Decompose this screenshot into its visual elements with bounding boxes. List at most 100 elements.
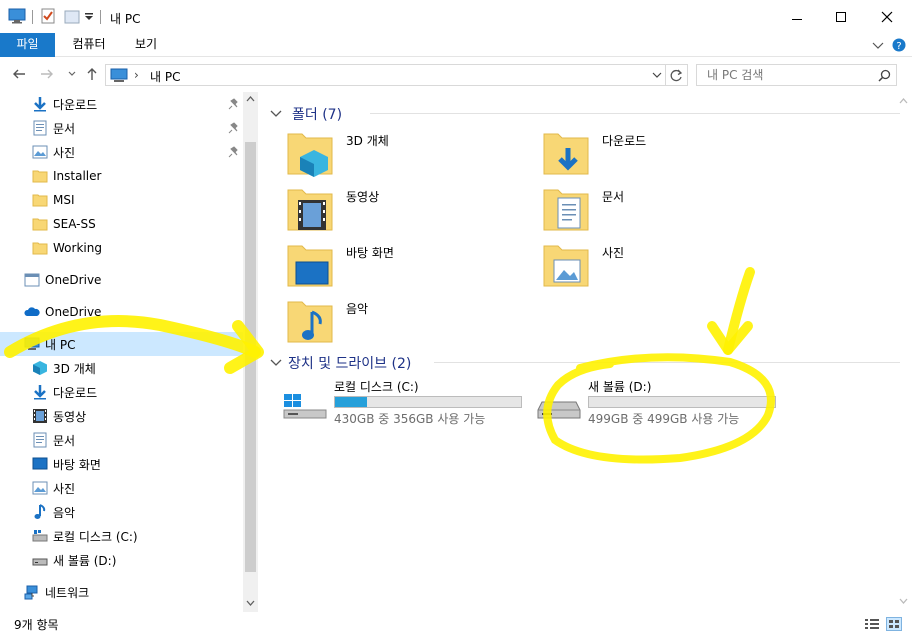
nav-item-local-disk-c[interactable]: 로컬 디스크 (C:) xyxy=(0,524,258,548)
computer-icon[interactable] xyxy=(8,8,26,24)
folder-videos[interactable]: 동영상 xyxy=(286,186,526,236)
document-icon xyxy=(543,189,589,231)
collapse-icon xyxy=(270,110,282,117)
scroll-up-icon[interactable] xyxy=(899,98,908,104)
nav-item-downloads-pc[interactable]: 다운로드 xyxy=(0,380,258,404)
folder-documents[interactable]: 문서 xyxy=(542,186,782,236)
picture-icon xyxy=(543,245,589,287)
folder-icon xyxy=(32,170,48,183)
folders-header-label: 폴더 (7) xyxy=(292,107,343,123)
nav-item-pictures[interactable]: 사진 xyxy=(0,140,258,164)
forward-icon[interactable] xyxy=(40,68,54,80)
breadcrumb-separator-icon[interactable]: › xyxy=(134,68,139,82)
scroll-down-icon[interactable] xyxy=(246,600,255,606)
nav-item-label: OneDrive xyxy=(45,273,102,287)
search-box[interactable] xyxy=(696,64,897,86)
group-divider xyxy=(434,362,900,363)
drives-group-header[interactable]: 장치 및 드라이브 (2) xyxy=(270,353,411,373)
nav-item-label: SEA-SS xyxy=(53,217,96,231)
nav-item-desktop[interactable]: 바탕 화면 xyxy=(0,452,258,476)
nav-item-network[interactable]: 네트워크 xyxy=(0,580,258,604)
folder-3d-objects[interactable]: 3D 개체 xyxy=(286,130,526,180)
minimize-button[interactable] xyxy=(774,0,820,34)
breadcrumb-this-pc[interactable]: 내 PC xyxy=(150,68,180,85)
svg-text:?: ? xyxy=(896,41,901,52)
new-folder-icon[interactable] xyxy=(64,8,80,24)
folder-label: 바탕 화면 xyxy=(346,246,394,260)
ribbon-tabs: 파일 컴퓨터 보기 ? xyxy=(0,33,912,57)
help-icon[interactable]: ? xyxy=(892,38,906,52)
scrollbar-thumb[interactable] xyxy=(245,142,256,572)
drive-icon xyxy=(537,401,581,419)
nav-item-sea-ss[interactable]: SEA-SS xyxy=(0,212,258,236)
scroll-up-icon[interactable] xyxy=(246,96,255,102)
search-icon[interactable] xyxy=(878,69,891,82)
content-pane: 폴더 (7) 3D 개체 다운로드 동영상 문서 바탕 화면 사진 음악 장치 … xyxy=(262,92,912,612)
large-icons-view-icon[interactable] xyxy=(886,617,902,631)
tab-file[interactable]: 파일 xyxy=(0,33,55,57)
expand-ribbon-icon[interactable] xyxy=(872,41,884,51)
nav-item-music[interactable]: 음악 xyxy=(0,500,258,524)
group-divider xyxy=(370,113,900,114)
maximize-icon xyxy=(836,12,846,22)
nav-item-this-pc[interactable]: 내 PC xyxy=(0,332,243,356)
folder-label: 다운로드 xyxy=(602,134,647,148)
nav-item-videos[interactable]: 동영상 xyxy=(0,404,258,428)
nav-item-label: Working xyxy=(53,241,102,255)
details-view-icon[interactable] xyxy=(864,617,880,631)
music-icon xyxy=(287,301,333,343)
nav-item-onedrive-1[interactable]: OneDrive xyxy=(0,268,258,292)
download-icon xyxy=(34,385,46,400)
folder-icon xyxy=(32,194,48,207)
download-icon xyxy=(543,133,589,175)
nav-item-new-volume-d[interactable]: 새 볼륨 (D:) xyxy=(0,548,258,572)
address-dropdown-icon[interactable] xyxy=(652,72,662,79)
address-bar[interactable]: › 내 PC xyxy=(105,64,666,86)
drive-new-volume-d[interactable]: 새 볼륨 (D:) 499GB 중 499GB 사용 가능 xyxy=(536,378,786,428)
pin-icon[interactable] xyxy=(228,146,240,158)
folder-pictures[interactable]: 사진 xyxy=(542,242,782,292)
nav-item-pictures-pc[interactable]: 사진 xyxy=(0,476,258,500)
nav-item-3d-objects[interactable]: 3D 개체 xyxy=(0,356,258,380)
pin-icon[interactable] xyxy=(228,122,240,134)
nav-item-label: 새 볼륨 (D:) xyxy=(53,553,117,568)
scroll-down-icon[interactable] xyxy=(899,598,908,604)
folder-desktop[interactable]: 바탕 화면 xyxy=(286,242,526,292)
customize-quick-access-icon[interactable] xyxy=(84,12,94,22)
maximize-button[interactable] xyxy=(818,0,864,34)
drive-usage-bar xyxy=(334,396,522,408)
search-input[interactable] xyxy=(697,65,872,85)
drive-local-disk-c[interactable]: 로컬 디스크 (C:) 430GB 중 356GB 사용 가능 xyxy=(282,378,532,428)
nav-item-working[interactable]: Working xyxy=(0,236,258,260)
nav-item-downloads[interactable]: 다운로드 xyxy=(0,92,258,116)
nav-item-label: 다운로드 xyxy=(53,97,98,112)
document-icon xyxy=(33,120,47,136)
desktop-icon xyxy=(32,457,48,470)
nav-item-documents[interactable]: 문서 xyxy=(0,116,258,140)
content-scrollbar[interactable] xyxy=(894,92,912,612)
up-icon[interactable] xyxy=(86,67,98,81)
navigation-scrollbar[interactable] xyxy=(243,92,258,612)
nav-item-installer[interactable]: Installer xyxy=(0,164,258,188)
pin-icon[interactable] xyxy=(228,98,240,110)
nav-item-msi[interactable]: MSI xyxy=(0,188,258,212)
folder-music[interactable]: 음악 xyxy=(286,298,526,348)
video-icon xyxy=(33,409,47,423)
nav-item-label: 사진 xyxy=(53,481,76,496)
folders-group-header[interactable]: 폴더 (7) xyxy=(270,104,342,124)
folder-icon xyxy=(32,218,48,231)
nav-item-onedrive-2[interactable]: OneDrive xyxy=(0,300,258,324)
properties-icon[interactable] xyxy=(40,8,56,24)
tab-view[interactable]: 보기 xyxy=(126,33,166,57)
close-button[interactable] xyxy=(864,0,910,34)
folder-downloads[interactable]: 다운로드 xyxy=(542,130,782,180)
folder-label: 사진 xyxy=(602,246,625,260)
back-icon[interactable] xyxy=(12,68,26,80)
tab-computer[interactable]: 컴퓨터 xyxy=(66,33,112,57)
nav-item-documents-pc[interactable]: 문서 xyxy=(0,428,258,452)
title-bar: 내 PC xyxy=(0,0,912,34)
drive-label: 로컬 디스크 (C:) xyxy=(334,380,419,394)
recent-locations-icon[interactable] xyxy=(68,71,76,77)
nav-item-label: 동영상 xyxy=(53,409,87,424)
refresh-button[interactable] xyxy=(666,64,688,86)
